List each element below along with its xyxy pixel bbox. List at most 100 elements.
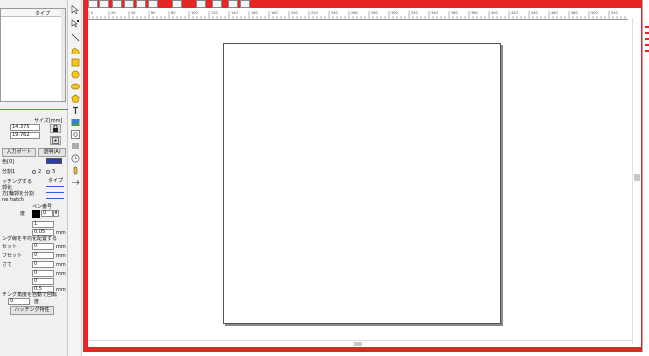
tool-column: [68, 0, 82, 356]
ruler-label: 20: [111, 11, 115, 15]
end-label: さて: [2, 262, 13, 268]
text-icon[interactable]: [70, 105, 80, 115]
right-panel-marker: [645, 32, 649, 34]
bezier-icon[interactable]: [70, 45, 80, 55]
ruler-label: 460: [551, 11, 558, 15]
ruler-label: 480: [571, 11, 578, 15]
split-radio-3-label: 3: [52, 169, 56, 175]
ruler-label: 380: [471, 11, 478, 15]
ruler-label: 320: [411, 11, 418, 15]
horizontal-scroll-thumb[interactable]: [354, 342, 362, 346]
line-icon[interactable]: [70, 32, 80, 42]
lock-ratio-button[interactable]: [50, 124, 61, 133]
view-toolbar: [88, 0, 268, 8]
align-button[interactable]: [196, 0, 206, 8]
offset2-unit: mm: [56, 253, 66, 259]
width-field[interactable]: 14.375: [10, 124, 40, 131]
ruler-label: 80: [171, 11, 175, 15]
degree-unit: 度: [34, 299, 40, 305]
offset2-field[interactable]: 0: [32, 252, 54, 259]
split-radio-2[interactable]: [32, 170, 36, 174]
extra2-field[interactable]: 0: [32, 278, 54, 285]
extra-field[interactable]: 0: [32, 270, 54, 277]
extra-unit: mm: [56, 271, 66, 277]
zoom-in-button[interactable]: [88, 0, 98, 8]
center-anchor-button[interactable]: [50, 136, 61, 145]
output-icon[interactable]: [70, 177, 80, 187]
ruler-label: 240: [331, 11, 338, 15]
pen-color-swatch[interactable]: [46, 158, 62, 164]
ruler-label: 500: [591, 11, 598, 15]
hatch-preview-line: [46, 186, 64, 187]
hatch-icon[interactable]: [70, 141, 80, 151]
ruler-label: 420: [511, 11, 518, 15]
ellipse-icon[interactable]: [70, 81, 80, 91]
panel-divider: [0, 109, 68, 110]
hatch-row-3: ne hatch: [2, 197, 24, 203]
lock-icon: [53, 124, 58, 132]
object-list-scrollbar[interactable]: [61, 9, 65, 101]
barcode-icon[interactable]: [70, 129, 80, 139]
pen-number-field[interactable]: 0: [41, 210, 53, 217]
polygon-icon[interactable]: [70, 93, 80, 103]
angle-label: 度: [20, 211, 26, 217]
split-radio-3[interactable]: [46, 170, 50, 174]
grid-button[interactable]: [148, 0, 158, 8]
offset-label: セット: [2, 244, 18, 250]
right-panel-marker: [645, 38, 649, 40]
ruler-label: 180: [271, 11, 278, 15]
ruler-label: 100: [191, 11, 198, 15]
vertical-scroll-thumb[interactable]: [634, 174, 640, 181]
degree-field[interactable]: 0: [8, 298, 30, 305]
work-page[interactable]: [223, 43, 501, 324]
redo-button[interactable]: [228, 0, 238, 8]
split-label: 分割1: [2, 169, 16, 175]
offset-field[interactable]: 0: [32, 243, 54, 250]
ruler-label: 200: [291, 11, 298, 15]
right-panel-marker: [645, 44, 649, 46]
circle-icon[interactable]: [70, 69, 80, 79]
undo-button[interactable]: [212, 0, 222, 8]
vertical-scrollbar[interactable]: [632, 18, 640, 344]
list-header-type: タイプ: [35, 11, 51, 17]
hatch-preview-line: [46, 192, 64, 193]
pitch-field[interactable]: 1: [32, 221, 54, 228]
line-spacing-unit: mm: [56, 230, 66, 236]
rectangle-icon[interactable]: [70, 57, 80, 67]
snap-button[interactable]: [172, 0, 182, 8]
pen-color-box[interactable]: [32, 210, 40, 218]
end-field[interactable]: 0: [32, 261, 54, 268]
timer-icon[interactable]: [70, 153, 80, 163]
offset2-label: フセット: [2, 253, 23, 259]
input-icon[interactable]: [70, 165, 80, 175]
opacity-button[interactable]: 透明(A): [38, 148, 66, 157]
bottom-unit: mm: [56, 287, 66, 293]
zoom-out-button[interactable]: [99, 0, 109, 8]
ruler-label: 400: [491, 11, 498, 15]
height-field[interactable]: 19.762: [10, 132, 40, 139]
ruler-label: 260: [351, 11, 358, 15]
end-unit: mm: [56, 262, 66, 268]
zoom-page-button[interactable]: [124, 0, 134, 8]
zoom-fit-button[interactable]: [112, 0, 122, 8]
object-list-header: タイプ: [1, 9, 65, 17]
ruler-label: 0: [91, 11, 93, 15]
ruler-label: 520: [611, 11, 618, 15]
select-arrow-icon[interactable]: [70, 4, 80, 14]
refresh-button[interactable]: [240, 0, 250, 8]
input-port-button[interactable]: 入力ポート: [2, 148, 36, 157]
pen-number-dropdown[interactable]: ▾: [53, 210, 59, 217]
object-list[interactable]: タイプ: [0, 8, 66, 102]
status-strip: [83, 352, 649, 356]
hatch-settings-button[interactable]: ハッチング特性: [10, 306, 54, 315]
ruler-label: 40: [131, 11, 135, 15]
property-panel: タイプ サイズ[mm] 14.375 19.762 入力ポート 透明(A) 色[…: [0, 0, 68, 356]
horizontal-scrollbar[interactable]: [88, 340, 632, 347]
pan-button[interactable]: [136, 0, 146, 8]
split-radio-2-label: 2: [38, 169, 42, 175]
node-edit-icon[interactable]: [70, 18, 80, 28]
color-label: 色[0]: [2, 159, 15, 165]
image-icon[interactable]: [70, 117, 80, 127]
right-panel-marker: [645, 50, 649, 52]
line-spacing-field[interactable]: 0.05: [32, 229, 54, 236]
